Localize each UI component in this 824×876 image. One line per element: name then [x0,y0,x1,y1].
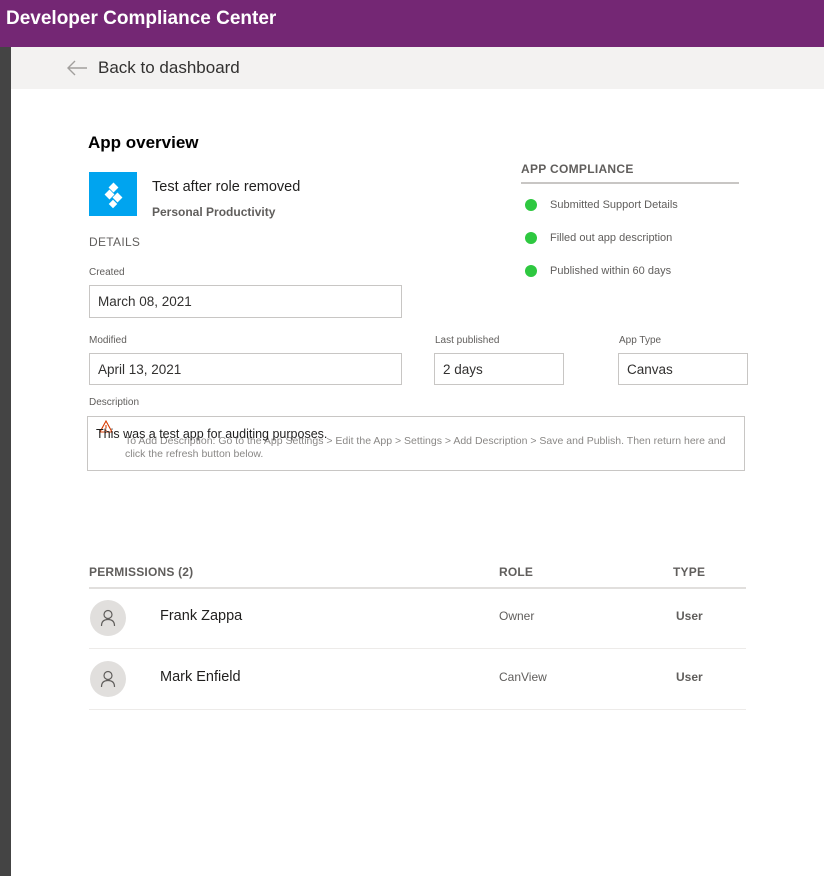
top-bar: Developer Compliance Center [0,0,824,47]
role-column-header: ROLE [499,565,534,579]
permissions-header: PERMISSIONS (2) [89,565,194,579]
power-apps-icon [104,182,123,209]
permission-role: Owner [499,609,535,623]
permission-role: CanView [499,670,547,684]
description-label: Description [89,397,140,408]
back-bar: Back to dashboard [11,47,824,89]
last-published-label: Last published [435,335,500,346]
last-published-field[interactable]: 2 days [434,353,564,385]
description-value: This was a test app for auditing purpose… [96,427,328,441]
compliance-item: Submitted Support Details [525,199,678,211]
app-name: Test after role removed [152,179,301,195]
app-logo [89,172,137,216]
status-dot-icon [525,199,537,211]
compliance-item-label: Filled out app description [550,232,673,244]
compliance-item-label: Submitted Support Details [550,199,678,211]
person-icon [100,609,116,627]
table-row[interactable]: Mark Enfield CanView User [89,649,746,710]
permission-type: User [676,670,703,684]
app-title: Developer Compliance Center [6,8,277,29]
compliance-item-label: Published within 60 days [550,265,672,277]
created-label: Created [89,267,125,278]
arrow-left-icon [67,60,87,76]
modified-field[interactable]: April 13, 2021 [89,353,402,385]
status-dot-icon [525,232,537,244]
description-field[interactable]: This was a test app for auditing purpose… [87,416,745,471]
avatar [90,661,126,697]
back-to-dashboard-button[interactable]: Back to dashboard [66,55,240,81]
back-to-dashboard-label: Back to dashboard [98,58,240,77]
avatar [90,600,126,636]
left-rail [0,47,11,876]
app-type-field[interactable]: Canvas [618,353,748,385]
page-title: App overview [88,133,199,152]
permission-name: Frank Zappa [160,608,243,624]
app-compliance-title: APP COMPLIANCE [521,162,634,176]
app-type-label: App Type [619,335,662,346]
compliance-item: Filled out app description [525,232,672,244]
app-category: Personal Productivity [152,205,276,219]
compliance-divider [521,182,739,184]
permission-type: User [676,609,703,623]
table-row[interactable]: Frank Zappa Owner User [89,588,746,649]
type-column-header: TYPE [673,565,706,579]
details-section-label: DETAILS [89,235,141,249]
modified-label: Modified [89,335,127,346]
created-field[interactable]: March 08, 2021 [89,285,402,318]
compliance-item: Published within 60 days [525,265,671,277]
person-icon [100,670,116,688]
permission-name: Mark Enfield [160,669,241,685]
status-dot-icon [525,265,537,277]
